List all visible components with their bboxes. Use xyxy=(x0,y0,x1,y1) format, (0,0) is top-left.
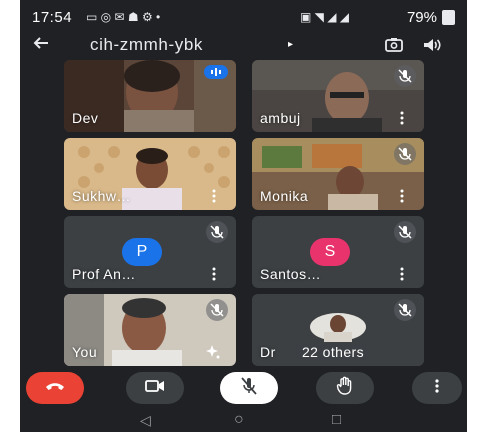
participant-name: Santos… xyxy=(260,266,322,282)
effects-sparkle-icon[interactable] xyxy=(204,344,220,360)
meeting-code[interactable]: cih-zmmh-ybk xyxy=(90,35,203,55)
mic-off-icon xyxy=(206,299,228,321)
avatar: P xyxy=(122,238,162,266)
participant-tile[interactable]: Monika xyxy=(252,138,424,210)
participant-tile[interactable]: Sukhw… xyxy=(64,138,236,210)
others-count-label: 22 others xyxy=(296,344,370,360)
nav-recent-icon[interactable]: □ xyxy=(332,411,341,428)
meet-screen: 17:54 ▭ ◎ ✉ ☗ ⚙ • ▣ ◥ ◢ ◢ 79% cih-zmmh-y… xyxy=(20,0,467,432)
participant-name: You xyxy=(72,344,98,360)
more-vert-icon[interactable] xyxy=(400,267,404,281)
participant-name: Prof An… xyxy=(72,266,136,282)
video-camera-icon xyxy=(145,379,165,398)
participant-name: Sukhw… xyxy=(72,188,132,204)
self-view-tile[interactable]: You xyxy=(64,294,236,366)
nav-home-icon[interactable]: ○ xyxy=(234,411,244,429)
participant-name: Dr xyxy=(260,344,276,360)
mic-off-icon xyxy=(240,376,258,401)
mic-off-icon xyxy=(206,221,228,243)
back-arrow-icon[interactable] xyxy=(32,34,50,58)
participant-tile[interactable]: S Santos… xyxy=(252,216,424,288)
more-options-button[interactable] xyxy=(412,372,462,404)
speaker-icon[interactable] xyxy=(422,36,441,54)
status-bar: 17:54 ▭ ◎ ✉ ☗ ⚙ • ▣ ◥ ◢ ◢ 79% xyxy=(20,0,467,34)
mic-off-icon xyxy=(394,143,416,165)
participant-tile[interactable]: ambuj xyxy=(252,60,424,132)
signal-icons: ▣ ◥ ◢ ◢ xyxy=(300,10,350,24)
chevron-right-icon[interactable]: ▸ xyxy=(288,39,293,50)
participant-tile[interactable]: Dev xyxy=(64,60,236,132)
battery-percent: 79% xyxy=(406,9,437,26)
more-vert-icon[interactable] xyxy=(400,111,404,125)
participant-name: Monika xyxy=(260,188,309,204)
battery-icon xyxy=(442,10,455,25)
more-vert-icon[interactable] xyxy=(400,189,404,203)
raise-hand-button[interactable] xyxy=(316,372,374,404)
others-tile[interactable]: Dr 22 others xyxy=(252,294,424,366)
more-vert-icon xyxy=(435,378,439,398)
hand-icon xyxy=(336,376,354,401)
nav-back-icon[interactable]: ◁ xyxy=(140,412,151,429)
camera-switch-icon[interactable] xyxy=(384,36,403,54)
mic-off-icon xyxy=(394,221,416,243)
status-time: 17:54 xyxy=(32,9,73,26)
meeting-header: cih-zmmh-ybk ▸ xyxy=(20,34,467,62)
avatar: S xyxy=(310,238,350,266)
end-call-button[interactable] xyxy=(26,372,84,404)
mic-off-icon xyxy=(394,65,416,87)
speaking-indicator-icon xyxy=(204,65,228,79)
camera-toggle-button[interactable] xyxy=(126,372,184,404)
notification-icons: ▭ ◎ ✉ ☗ ⚙ • xyxy=(86,10,161,24)
microphone-toggle-button[interactable] xyxy=(220,372,278,404)
participant-tile[interactable]: P Prof An… xyxy=(64,216,236,288)
mic-off-icon xyxy=(394,299,416,321)
more-vert-icon[interactable] xyxy=(212,267,216,281)
more-vert-icon[interactable] xyxy=(212,189,216,203)
system-nav-bar: ◁ ○ □ xyxy=(20,410,467,432)
participant-name: Dev xyxy=(72,110,99,126)
phone-hangup-icon xyxy=(44,379,66,397)
participant-name: ambuj xyxy=(260,110,301,126)
